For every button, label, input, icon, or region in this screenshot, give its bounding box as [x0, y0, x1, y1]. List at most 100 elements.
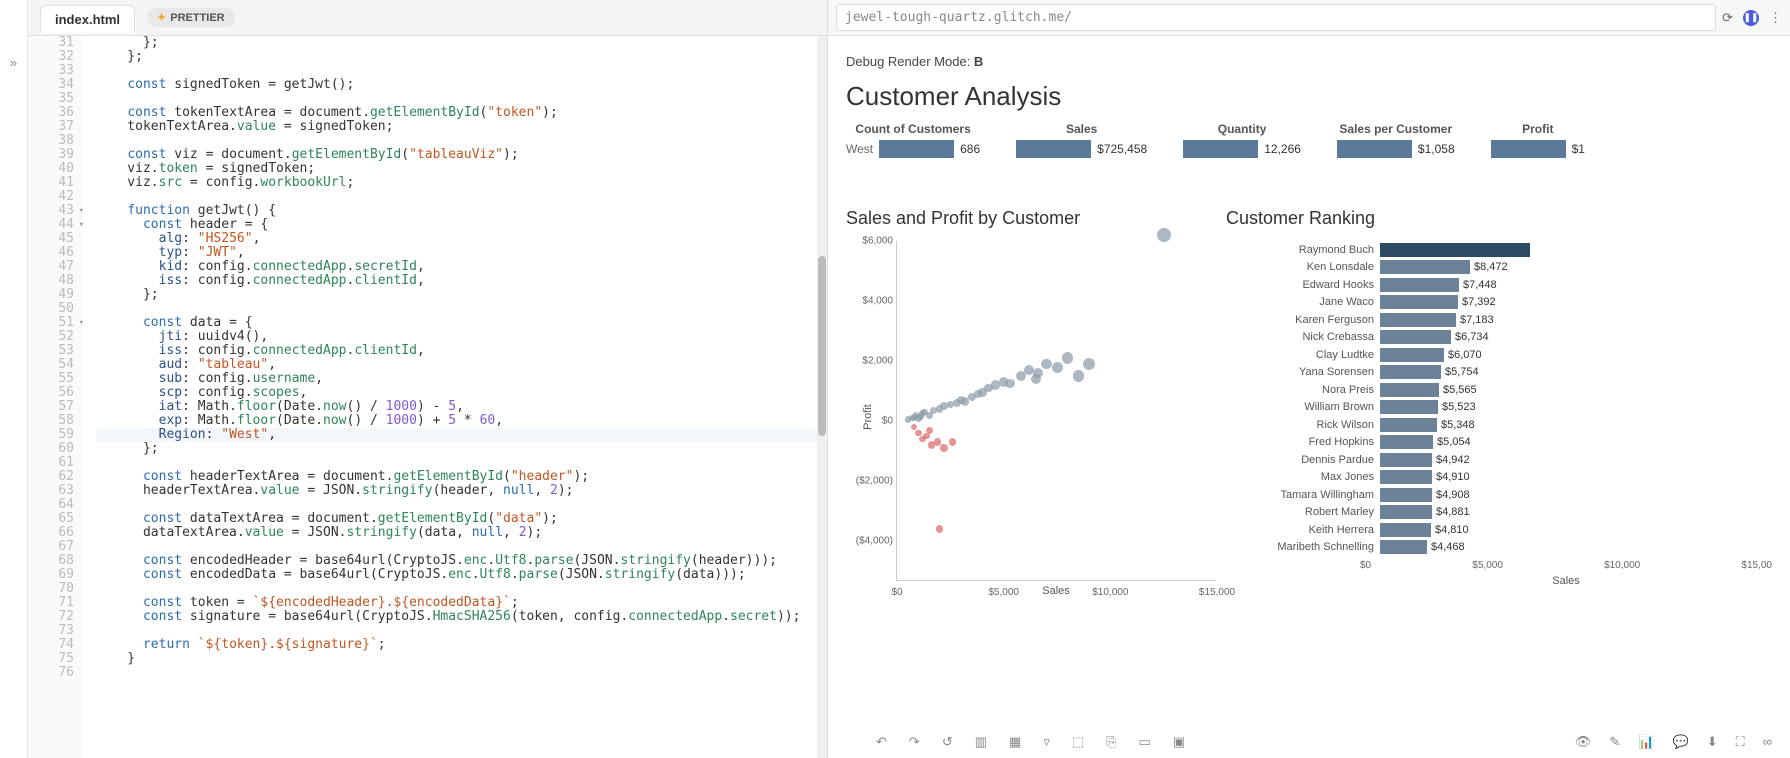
rank-x-tick: $15,00 [1741, 560, 1772, 571]
rank-value: $5,565 [1443, 384, 1477, 396]
comment-icon[interactable]: 💬 [1673, 734, 1689, 750]
code-body[interactable]: }; }; const signedToken = getJwt(); cons… [82, 36, 827, 758]
rank-value: $4,810 [1435, 524, 1469, 536]
rank-row[interactable]: Robert Marley $4,881 [1246, 504, 1772, 522]
data-point[interactable] [940, 444, 947, 451]
data-point[interactable] [1062, 352, 1073, 363]
export-data-icon[interactable]: ▥ [975, 734, 987, 750]
kpi-value: 12,266 [1264, 142, 1301, 156]
rank-bar [1380, 488, 1432, 502]
fullscreen-icon[interactable]: ⛶ [1736, 734, 1745, 750]
rank-name: Fred Hopkins [1246, 436, 1380, 448]
refresh-icon[interactable]: ⟳ [1722, 10, 1733, 26]
rank-row[interactable]: Keith Herrera $4,810 [1246, 521, 1772, 539]
pause-icon[interactable]: ❚❚ [1743, 10, 1759, 26]
scatter-plot-area[interactable]: Profit ($4,000)($2,000)$0$2,000$4,000$6,… [896, 241, 1216, 581]
export-image-icon[interactable]: ⬚ [1072, 734, 1084, 750]
rank-name: Tamara Willingham [1246, 489, 1380, 501]
undo-icon[interactable]: ↶ [876, 734, 887, 750]
rank-row[interactable]: Max Jones $4,910 [1246, 469, 1772, 487]
rank-x-tick: $5,000 [1472, 560, 1503, 571]
rank-row[interactable]: Clay Ludtke $6,070 [1246, 346, 1772, 364]
edit-icon[interactable]: ✎ [1609, 734, 1620, 750]
rank-row[interactable]: Rick Wilson $5,348 [1246, 416, 1772, 434]
filter-icon[interactable]: ▿ [1043, 734, 1050, 750]
sparkle-icon: ✦ [157, 11, 166, 24]
editor-scrollbar[interactable] [817, 36, 827, 758]
rank-name: Nick Crebassa [1246, 331, 1380, 343]
rank-value: $5,348 [1441, 419, 1475, 431]
kpi-label: Quantity [1218, 122, 1267, 136]
ranking-title: Customer Ranking [1226, 208, 1772, 229]
scrollbar-thumb[interactable] [818, 256, 826, 436]
rank-row[interactable]: Jane Waco $7,392 [1246, 294, 1772, 312]
download-icon[interactable]: ⬇ [1707, 734, 1718, 750]
rank-row[interactable]: Fred Hopkins $5,054 [1246, 434, 1772, 452]
rank-row[interactable]: Dennis Pardue $4,942 [1246, 451, 1772, 469]
export-crosstab-icon[interactable]: ▦ [1009, 734, 1021, 750]
metrics-icon[interactable]: 📊 [1638, 734, 1654, 750]
rank-row[interactable]: William Brown $5,523 [1246, 399, 1772, 417]
workbook-icon[interactable]: ▣ [1173, 734, 1185, 750]
rank-row[interactable]: Nora Preis $5,565 [1246, 381, 1772, 399]
sidebar-toggle[interactable]: » [0, 0, 28, 758]
rank-row[interactable]: Maribeth Schnelling $4,468 [1246, 539, 1772, 557]
x-axis-label: Sales [896, 585, 1216, 597]
data-point[interactable] [1052, 362, 1063, 373]
data-point[interactable] [1041, 359, 1052, 370]
rank-bar [1380, 540, 1427, 554]
url-bar: jewel-tough-quartz.glitch.me/ ⟳ ❚❚ ⋮ [828, 0, 1790, 36]
data-point[interactable] [1031, 374, 1041, 384]
rank-value: $8,472 [1474, 261, 1508, 273]
code-editor[interactable]: 3132333435363738394041424344454647484950… [28, 36, 827, 758]
data-point[interactable] [926, 427, 933, 434]
prettier-badge[interactable]: ✦ PRETTIER [147, 8, 235, 27]
data-point[interactable] [923, 433, 930, 440]
data-point[interactable] [1005, 379, 1015, 389]
rank-row[interactable]: Karen Ferguson $7,183 [1246, 311, 1772, 329]
data-point[interactable] [1083, 358, 1095, 370]
rank-name: Ken Lonsdale [1246, 261, 1380, 273]
url-input[interactable]: jewel-tough-quartz.glitch.me/ [836, 4, 1716, 31]
ranking-x-label: Sales [1360, 575, 1772, 587]
rank-bar [1380, 470, 1432, 484]
rank-value: $4,942 [1436, 454, 1470, 466]
rank-bar [1380, 313, 1456, 327]
rank-x-tick: $0 [1360, 560, 1371, 571]
tab-file[interactable]: index.html [40, 5, 135, 33]
data-point[interactable] [1073, 370, 1085, 382]
redo-icon[interactable]: ↷ [909, 734, 920, 750]
rank-bar [1380, 400, 1438, 414]
kpi-bar [1183, 140, 1258, 158]
data-point[interactable] [936, 525, 943, 532]
rank-row[interactable]: Tamara Willingham $4,908 [1246, 486, 1772, 504]
kpi-0: Count of Customers West 686 [846, 122, 980, 158]
rank-row[interactable]: Ken Lonsdale $8,472 [1246, 259, 1772, 277]
rank-row[interactable]: Yana Sorensen $5,754 [1246, 364, 1772, 382]
rank-value: $7,448 [1463, 279, 1497, 291]
rank-row[interactable]: Edward Hooks $7,448 [1246, 276, 1772, 294]
rank-bar [1380, 453, 1432, 467]
powerpoint-icon[interactable]: ▭ [1139, 734, 1151, 750]
kpi-value: $1,058 [1418, 142, 1455, 156]
y-tick: ($4,000) [849, 536, 893, 547]
rank-row[interactable]: Nick Crebassa $6,734 [1246, 329, 1772, 347]
rank-bar [1380, 523, 1431, 537]
data-point[interactable] [949, 438, 957, 446]
kpi-value: $725,458 [1097, 142, 1147, 156]
data-point[interactable] [1157, 228, 1171, 242]
pdf-icon[interactable]: ⎘ [1106, 734, 1116, 750]
kpi-bar [1337, 140, 1412, 158]
rank-name: Maribeth Schnelling [1246, 541, 1380, 553]
view-icon[interactable]: 👁 [1575, 734, 1592, 750]
rank-value: $4,910 [1436, 471, 1470, 483]
rank-name: Robert Marley [1246, 506, 1380, 518]
replay-icon[interactable]: ↺ [942, 734, 953, 750]
share-icon[interactable]: ∞ [1763, 734, 1772, 750]
rank-value: $5,523 [1442, 401, 1476, 413]
rank-row[interactable]: Raymond Buch [1246, 241, 1772, 259]
more-icon[interactable]: ⋮ [1769, 10, 1782, 26]
rank-name: Karen Ferguson [1246, 314, 1380, 326]
rank-value: $6,734 [1455, 331, 1489, 343]
kpi-3: Sales per Customer $1,058 [1337, 122, 1455, 158]
